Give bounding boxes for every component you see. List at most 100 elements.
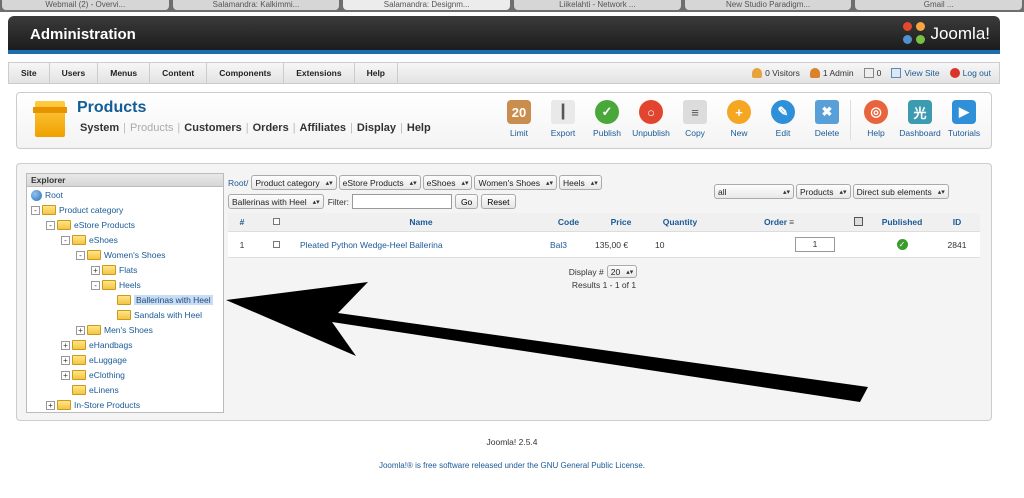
tree-node[interactable]: + eHandbags (61, 338, 132, 352)
collapse-icon[interactable]: - (46, 220, 55, 230)
tree-node[interactable]: - eShoes (61, 233, 118, 247)
browser-tab[interactable]: Liikelahti - Network ... (514, 0, 681, 10)
col-number[interactable]: # (228, 217, 256, 227)
col-id[interactable]: ID (937, 217, 977, 227)
published-check-icon[interactable]: ✓ (896, 239, 908, 250)
browser-tab[interactable]: Salamandra: Kalkimmi... (172, 0, 340, 10)
tree-node[interactable]: + eClothing (61, 368, 125, 382)
col-published[interactable]: Published (867, 217, 937, 227)
tree-node[interactable]: - Women's Shoes (76, 248, 165, 262)
new-button[interactable]: + New (718, 98, 760, 140)
subcategory-select[interactable]: Ballerinas with Heel ▴▾ (228, 194, 324, 209)
filter-input[interactable] (351, 194, 452, 209)
tree-node[interactable]: - eStore Products (46, 218, 135, 232)
tree-node[interactable]: eLinens (61, 383, 119, 397)
tree-node[interactable]: Ballerinas with Heel (106, 293, 213, 307)
view-site-link[interactable]: View Site (891, 68, 940, 78)
menu-help[interactable]: Help (355, 62, 398, 84)
gpl-link[interactable]: GNU General Public License (541, 461, 643, 470)
collapse-icon[interactable]: - (76, 250, 85, 260)
publish-button[interactable]: ✓ Publish (586, 98, 628, 140)
folder-icon (117, 310, 131, 320)
tree-node[interactable]: - Heels (91, 278, 141, 292)
display-limit-select[interactable]: 20 ▴▾ (606, 265, 638, 278)
submenu-system[interactable]: System (80, 122, 119, 134)
messages-status[interactable]: 0 (863, 68, 881, 78)
logout-link[interactable]: Log out (949, 68, 991, 78)
help-button[interactable]: ◎ Help (855, 98, 897, 140)
filter-row: Ballerinas with Heel ▴▾ Filter: Go Reset (228, 194, 519, 209)
unpublish-button[interactable]: ○ Unpublish (630, 98, 672, 140)
admin-user-icon (809, 68, 820, 78)
menu-menus[interactable]: Menus (98, 62, 151, 84)
menu-components[interactable]: Components (207, 62, 285, 84)
expand-icon[interactable]: + (91, 265, 100, 275)
tree-node[interactable]: + Flats (91, 263, 137, 277)
breadcrumb-select-value: Product category (255, 177, 320, 188)
license-suffix: . (642, 461, 646, 470)
col-code[interactable]: Code (546, 217, 591, 227)
tree-node[interactable]: + In-Store Products (46, 398, 140, 412)
unpublish-icon: ○ (639, 100, 663, 124)
submenu-affiliates[interactable]: Affiliates (300, 122, 346, 134)
filter-label: Filter: (327, 196, 349, 207)
type-filter-select[interactable]: Products ▴▾ (796, 184, 851, 199)
menu-users[interactable]: Users (50, 62, 99, 84)
expand-icon[interactable]: + (61, 340, 70, 350)
product-code[interactable]: Bal3 (546, 240, 591, 250)
col-order[interactable]: Order ≡ (709, 217, 849, 227)
col-price[interactable]: Price (591, 217, 651, 227)
order-input[interactable]: 1 (795, 237, 835, 252)
breadcrumb-select[interactable]: Women's Shoes ▴▾ (474, 175, 557, 190)
dashboard-button[interactable]: 光 Dashboard (899, 98, 941, 140)
tree-node[interactable]: Root (31, 188, 63, 202)
select-all-checkbox[interactable] (272, 218, 280, 225)
tree-node[interactable]: - Product category (31, 203, 123, 217)
joomla-logo[interactable]: Joomla! (903, 22, 990, 46)
joomla-link[interactable]: Joomla!® is free software released under… (379, 461, 538, 470)
submenu-orders[interactable]: Orders (253, 122, 289, 134)
tree-node[interactable]: + Men's Shoes (76, 323, 153, 337)
subcategory-select-value: Ballerinas with Heel (232, 196, 307, 207)
submenu-help[interactable]: Help (407, 122, 431, 134)
go-button[interactable]: Go (454, 194, 479, 209)
collapse-icon[interactable]: - (31, 205, 40, 215)
col-name[interactable]: Name (296, 217, 546, 227)
expand-icon[interactable]: + (46, 400, 55, 410)
tree-node[interactable]: + eLuggage (61, 353, 127, 367)
tree-node[interactable]: Sandals with Heel (106, 308, 202, 322)
tutorials-button[interactable]: ▶ Tutorials (943, 98, 985, 140)
breadcrumb-select[interactable]: Heels ▴▾ (558, 175, 602, 190)
product-name-link[interactable]: Pleated Python Wedge-Heel Ballerina (296, 240, 546, 250)
expand-icon[interactable]: + (61, 355, 70, 365)
menu-site[interactable]: Site (9, 62, 50, 84)
expand-icon[interactable]: + (61, 370, 70, 380)
browser-tab[interactable]: New Studio Paradigm... (684, 0, 852, 10)
submenu-products[interactable]: Products (130, 122, 173, 134)
collapse-icon[interactable]: - (61, 235, 70, 245)
breadcrumb-select[interactable]: Product category ▴▾ (251, 175, 337, 190)
col-save-order[interactable] (849, 216, 867, 228)
expand-icon[interactable]: + (76, 325, 85, 335)
delete-button[interactable]: ✖ Delete (806, 98, 848, 140)
submenu-customers[interactable]: Customers (184, 122, 241, 134)
menu-content[interactable]: Content (150, 62, 208, 84)
limit-button[interactable]: 20 Limit (498, 98, 540, 140)
state-filter-select[interactable]: all ▴▾ (714, 184, 794, 199)
col-quantity[interactable]: Quantity (651, 217, 709, 227)
breadcrumb-root[interactable]: Root/ (228, 178, 248, 188)
export-button[interactable]: ┃ Export (542, 98, 584, 140)
row-checkbox[interactable] (272, 240, 280, 248)
browser-tab[interactable]: Salamandra: Designm... (343, 0, 511, 10)
copy-button[interactable]: ≡ Copy (674, 98, 716, 140)
breadcrumb-select[interactable]: eShoes ▴▾ (422, 175, 473, 190)
submenu-display[interactable]: Display (357, 122, 396, 134)
browser-tab[interactable]: Webmail (2) - Overvi... (2, 0, 169, 10)
breadcrumb-select[interactable]: eStore Products ▴▾ (338, 175, 421, 190)
edit-button[interactable]: ✎ Edit (762, 98, 804, 140)
menu-extensions[interactable]: Extensions (284, 62, 355, 84)
reset-button[interactable]: Reset (481, 194, 516, 209)
collapse-icon[interactable]: - (91, 280, 100, 290)
scope-filter-select[interactable]: Direct sub elements ▴▾ (852, 184, 949, 199)
browser-tab[interactable]: Gmail ... (855, 0, 1023, 10)
